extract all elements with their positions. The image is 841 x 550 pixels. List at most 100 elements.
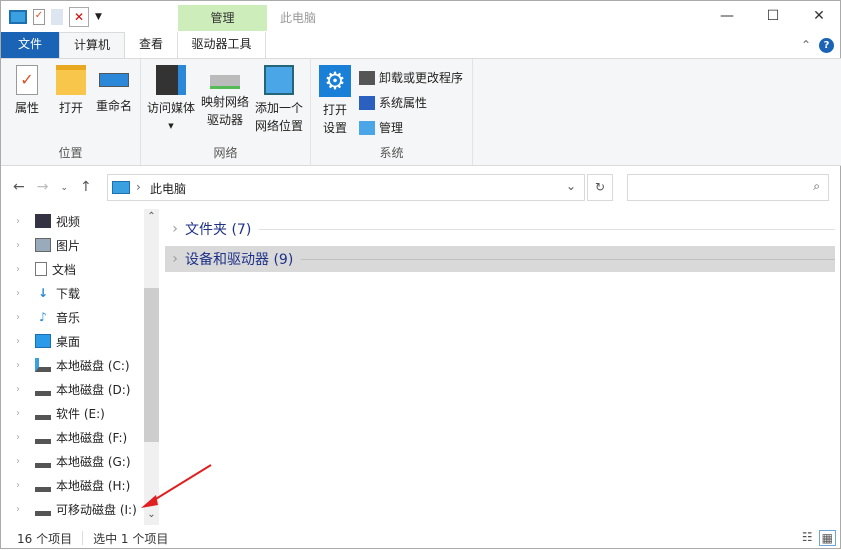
add-network-location-button[interactable]: 添加一个 网络位置	[253, 59, 305, 135]
forward-icon[interactable]: →	[37, 179, 49, 197]
system-properties-button[interactable]: 系统属性	[359, 94, 427, 111]
quick-access-toolbar: ✓ ✕ ▼	[9, 7, 102, 27]
breadcrumb-separator: ›	[136, 180, 141, 194]
tree-item[interactable]: › 视频	[1, 209, 141, 233]
customize-dropdown-icon[interactable]: ▼	[95, 12, 102, 22]
expand-chevron-icon[interactable]: ›	[1, 288, 35, 299]
network-drive-icon	[210, 75, 240, 89]
tab-computer[interactable]: 计算机	[59, 32, 126, 59]
uninstall-icon	[359, 70, 375, 85]
open-button[interactable]: 打开	[53, 59, 89, 117]
video-icon	[35, 214, 51, 228]
media-icon	[156, 65, 186, 95]
expand-chevron-icon[interactable]: ›	[1, 240, 35, 251]
manage-button[interactable]: 管理	[359, 119, 403, 136]
section-folders[interactable]: › 文件夹 (7)	[165, 216, 835, 242]
tab-file[interactable]: 文件	[1, 32, 59, 59]
map-network-drive-button[interactable]: 映射网络 驱动器	[199, 59, 251, 129]
removable-drive-icon	[35, 502, 51, 516]
divider	[82, 531, 84, 545]
breadcrumb-this-pc[interactable]: 此电脑	[150, 180, 186, 197]
tree-item[interactable]: › ♪ 音乐	[1, 305, 141, 329]
divider	[259, 228, 835, 230]
properties-icon[interactable]: ✓	[33, 9, 45, 25]
expand-chevron-icon[interactable]: ›	[1, 480, 35, 491]
expand-chevron-icon[interactable]: ›	[1, 384, 35, 395]
search-input[interactable]: ⌕	[627, 174, 829, 201]
back-icon[interactable]: ←	[13, 179, 25, 197]
ribbon-tabs: 文件 计算机 查看 驱动器工具 ⌃ ?	[1, 32, 841, 59]
view-switcher: ☷ ▦	[802, 530, 836, 546]
music-icon: ♪	[39, 310, 47, 324]
scrollbar-thumb[interactable]	[144, 288, 159, 442]
details-view-icon[interactable]: ☷	[802, 530, 813, 546]
context-tab-manage[interactable]: 管理	[178, 5, 267, 31]
computer-icon[interactable]	[9, 10, 27, 24]
tree-item[interactable]: › 图片	[1, 233, 141, 257]
tab-drive-tools[interactable]: 驱动器工具	[177, 32, 267, 59]
delete-icon[interactable]: ✕	[69, 7, 89, 27]
download-icon: ↓	[37, 286, 49, 300]
manage-icon	[359, 120, 375, 135]
system-properties-icon	[359, 95, 375, 110]
up-icon[interactable]: ↑	[80, 179, 92, 197]
ribbon: ✓ 属性 打开 重命名 位置 访问媒体 ▼ 映射网络 驱动器 添加一个 网络位置 网…	[1, 58, 841, 166]
gear-icon: ⚙	[319, 65, 351, 97]
drive-icon	[35, 382, 51, 396]
expand-chevron-icon[interactable]: ›	[165, 221, 185, 237]
rename-icon	[99, 73, 129, 87]
maximize-button[interactable]: ☐	[750, 1, 796, 31]
help-icon[interactable]: ?	[819, 38, 834, 53]
tree-item[interactable]: › 本地磁盘 (H:)	[1, 473, 141, 497]
tree-item[interactable]: › 本地磁盘 (D:)	[1, 377, 141, 401]
tree-item[interactable]: › 可移动磁盘 (I:)	[1, 497, 141, 521]
tab-view[interactable]: 查看	[125, 32, 177, 59]
properties-button[interactable]: ✓ 属性	[9, 59, 45, 117]
tree-item[interactable]: › 本地磁盘 (G:)	[1, 449, 141, 473]
status-bar: 16 个项目 选中 1 个项目 ☷ ▦	[1, 526, 841, 550]
expand-chevron-icon[interactable]: ›	[1, 264, 35, 275]
address-bar[interactable]: › 此电脑 ⌄	[107, 174, 585, 201]
computer-icon	[112, 181, 130, 194]
expand-chevron-icon[interactable]: ›	[1, 312, 35, 323]
tree-item[interactable]: › 本地磁盘 (F:)	[1, 425, 141, 449]
expand-chevron-icon[interactable]: ›	[1, 504, 35, 515]
open-settings-button[interactable]: ⚙ 打开 设置	[317, 59, 353, 137]
tree-item[interactable]: › 软件 (E:)	[1, 401, 141, 425]
access-media-button[interactable]: 访问媒体 ▼	[145, 59, 197, 135]
tree-item[interactable]: › 本地磁盘 (C:)	[1, 353, 141, 377]
drive-icon	[35, 478, 51, 492]
search-icon: ⌕	[813, 179, 820, 193]
group-system: ⚙ 打开 设置 卸载或更改程序 系统属性 管理 系统	[311, 59, 473, 165]
expand-chevron-icon[interactable]: ›	[1, 336, 35, 347]
minimize-button[interactable]: —	[704, 1, 750, 31]
properties-icon: ✓	[16, 65, 38, 95]
new-folder-icon[interactable]	[51, 9, 63, 25]
uninstall-program-button[interactable]: 卸载或更改程序	[359, 69, 463, 86]
recent-dropdown-icon[interactable]: ⌄	[60, 179, 68, 197]
address-dropdown-icon[interactable]: ⌄	[566, 179, 576, 193]
tree-item[interactable]: › ↓ 下载	[1, 281, 141, 305]
drive-icon	[35, 430, 51, 444]
tree-item[interactable]: › 文档	[1, 257, 141, 281]
section-devices-drives[interactable]: › 设备和驱动器 (9)	[165, 246, 835, 272]
close-button[interactable]: ✕	[796, 1, 841, 31]
collapse-ribbon-icon[interactable]: ⌃	[801, 38, 811, 53]
tree-item[interactable]: › 桌面	[1, 329, 141, 353]
expand-chevron-icon[interactable]: ›	[1, 456, 35, 467]
system-drive-icon	[35, 358, 51, 372]
drive-icon	[35, 406, 51, 420]
expand-chevron-icon[interactable]: ›	[1, 216, 35, 227]
annotation-arrow	[141, 464, 212, 508]
large-icons-view-icon[interactable]: ▦	[818, 530, 836, 546]
scroll-up-icon[interactable]: ⌃	[144, 211, 159, 222]
expand-chevron-icon[interactable]: ›	[1, 432, 35, 443]
refresh-button[interactable]: ↻	[587, 174, 613, 201]
rename-button[interactable]: 重命名	[93, 59, 135, 115]
nav-buttons: ← → ⌄ ↑	[13, 179, 92, 197]
expand-chevron-icon[interactable]: ›	[165, 251, 185, 267]
group-label: 位置	[58, 146, 83, 160]
expand-chevron-icon[interactable]: ›	[1, 360, 35, 371]
expand-chevron-icon[interactable]: ›	[1, 408, 35, 419]
item-count: 16 个项目	[17, 531, 73, 546]
